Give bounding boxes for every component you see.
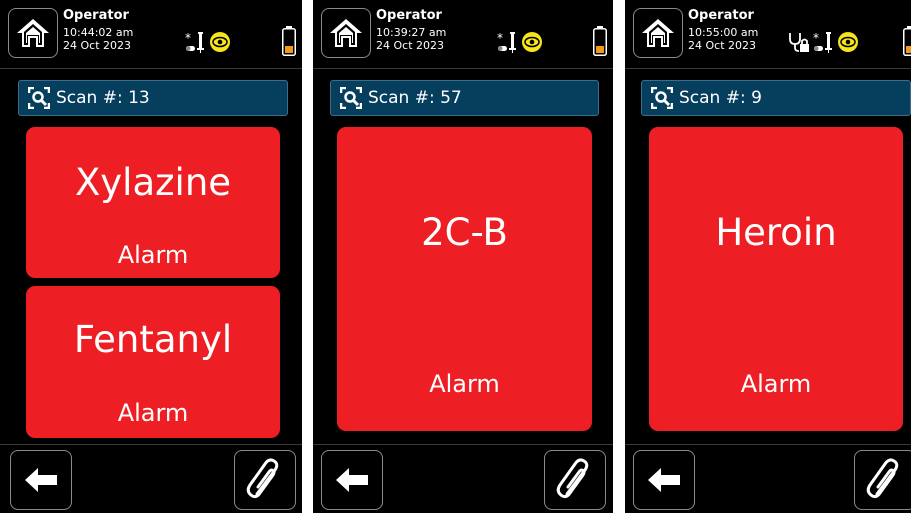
back-button[interactable] — [321, 450, 383, 510]
substance-name: Xylazine — [74, 161, 232, 204]
screen-2: Operator 10:39:27 am 24 Oct 2023 * Scan … — [313, 0, 613, 513]
paperclip-icon — [556, 458, 589, 499]
footer-divider — [313, 444, 613, 445]
home-button[interactable] — [633, 8, 683, 58]
substance-name: Fentanyl — [73, 318, 233, 361]
footer-divider — [625, 444, 911, 445]
operator-label: Operator — [688, 8, 754, 23]
stethoscope-lock-icon — [789, 33, 809, 52]
scan-number-bar: Scan #: 9 — [641, 80, 911, 116]
screen-1: Operator 10:44:02 am 24 Oct 2023 * Scan … — [0, 0, 302, 513]
scan-search-icon — [340, 87, 362, 109]
header-divider — [625, 68, 911, 69]
alarm-label: Alarm — [740, 370, 812, 398]
substance-name: Heroin — [715, 211, 837, 254]
time-label: 10:44:02 am — [63, 26, 134, 39]
scan-number-label: Scan #: 13 — [56, 88, 150, 108]
alarm-card-2c-b[interactable]: 2C-B Alarm — [337, 127, 592, 431]
battery-icon — [903, 26, 911, 56]
header-divider — [0, 68, 302, 69]
scan-number-label: Scan #: 9 — [679, 88, 762, 108]
date-label: 24 Oct 2023 — [63, 39, 132, 52]
back-arrow-icon — [648, 468, 680, 492]
home-button[interactable] — [8, 8, 58, 58]
home-icon — [17, 19, 49, 47]
scan-search-icon — [651, 87, 673, 109]
syringe-pill-icon: * — [185, 31, 204, 53]
status-icons: * — [185, 30, 231, 54]
attachment-button[interactable] — [544, 450, 606, 510]
svg-text:*: * — [185, 31, 191, 45]
alarm-label: Alarm — [117, 399, 189, 427]
time-label: 10:39:27 am — [376, 26, 447, 39]
back-button[interactable] — [633, 450, 695, 510]
home-icon — [642, 19, 674, 47]
substance-name: 2C-B — [421, 211, 508, 254]
paperclip-icon — [246, 458, 279, 499]
attachment-button[interactable] — [234, 450, 296, 510]
time-label: 10:55:00 am — [688, 26, 759, 39]
attachment-button[interactable] — [854, 450, 911, 510]
scan-number-bar: Scan #: 13 — [18, 80, 288, 116]
syringe-pill-icon: * — [497, 31, 516, 53]
paperclip-icon — [866, 458, 899, 499]
alarm-card-xylazine[interactable]: Xylazine Alarm — [26, 127, 280, 278]
syringe-pill-icon: * — [813, 31, 832, 53]
header-divider — [313, 68, 613, 69]
eye-icon — [522, 32, 542, 52]
alarm-label: Alarm — [117, 241, 189, 269]
date-label: 24 Oct 2023 — [688, 39, 757, 52]
alarm-card-heroin[interactable]: Heroin Alarm — [649, 127, 903, 431]
scan-number-bar: Scan #: 57 — [330, 80, 599, 116]
svg-text:*: * — [497, 31, 503, 45]
svg-text:*: * — [813, 31, 819, 45]
alarm-card-fentanyl[interactable]: Fentanyl Alarm — [26, 286, 280, 438]
eye-icon — [210, 32, 230, 52]
status-icons: * — [787, 30, 859, 54]
scan-search-icon — [28, 87, 50, 109]
home-icon — [330, 19, 362, 47]
home-button[interactable] — [321, 8, 371, 58]
back-arrow-icon — [25, 468, 57, 492]
back-arrow-icon — [336, 468, 368, 492]
footer-divider — [0, 444, 302, 445]
status-icons: * — [497, 30, 543, 54]
battery-icon — [593, 26, 607, 56]
back-button[interactable] — [10, 450, 72, 510]
operator-label: Operator — [376, 8, 442, 23]
scan-number-label: Scan #: 57 — [368, 88, 462, 108]
screen-3: Operator 10:55:00 am 24 Oct 2023 * Scan … — [625, 0, 911, 513]
operator-label: Operator — [63, 8, 129, 23]
alarm-label: Alarm — [429, 370, 500, 398]
battery-icon — [282, 26, 296, 56]
eye-icon — [838, 32, 858, 52]
date-label: 24 Oct 2023 — [376, 39, 445, 52]
